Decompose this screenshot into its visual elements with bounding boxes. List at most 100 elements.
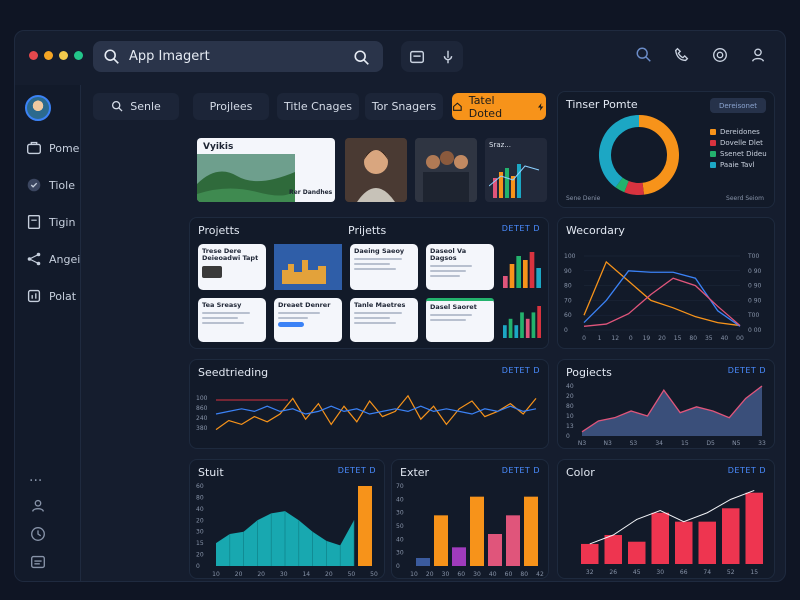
bar [523, 260, 528, 288]
donut-panel: Tinser Pomte Dereisonet Dereidones Dovel… [557, 91, 775, 208]
portrait-card[interactable] [345, 138, 407, 202]
bar [524, 496, 538, 566]
settings-icon[interactable] [29, 553, 47, 571]
y-tick-label: 15 [196, 540, 204, 547]
bar [516, 256, 521, 288]
bar [508, 318, 513, 338]
bar [514, 325, 519, 338]
y-tick-label: 20 [566, 393, 574, 400]
x-tick-label: 45 [633, 569, 641, 576]
window-icon[interactable] [408, 48, 426, 66]
x-tick-label: 66 [680, 569, 688, 576]
bar [358, 486, 372, 566]
global-search[interactable]: App Imagert [93, 41, 383, 72]
y-tick-label: 10 [566, 413, 574, 420]
search-pill[interactable]: Senle [93, 93, 179, 120]
group-card[interactable] [415, 138, 477, 202]
x-tick-label: N3 [578, 440, 586, 446]
x-tick-label: 15 [674, 335, 682, 342]
avatar[interactable] [25, 95, 51, 121]
x-tick-label: 33 [758, 440, 766, 446]
bar [434, 515, 448, 566]
landscape-image [197, 154, 295, 202]
sidebar-item-0[interactable]: Pome [25, 139, 79, 157]
project-card[interactable]: Dreaet Denrer [274, 298, 342, 342]
y-tick-label: 40 [396, 536, 404, 543]
project-card[interactable]: Trese Dere Deieoadwi Tapt [198, 244, 266, 290]
x-tick-label: 34 [655, 440, 663, 446]
extra-dot[interactable] [74, 51, 83, 60]
x-tick-label: 60 [457, 571, 465, 578]
project-card[interactable]: Daseol Va Dagsos [426, 244, 494, 290]
donut-footnote-left: Sene Denie [566, 195, 601, 202]
x-tick-label: 20 [257, 571, 265, 578]
bar [722, 508, 740, 564]
castle-image [274, 244, 342, 290]
x-tick-label: 50 [370, 571, 378, 578]
sidebar-item-1[interactable]: Tiole [25, 176, 75, 194]
y-tick-label: 20 [196, 552, 204, 559]
bar [509, 264, 515, 288]
stuit-title: Stuit [198, 466, 224, 479]
mini-chart [489, 164, 540, 198]
zoom-dot[interactable] [59, 51, 68, 60]
briefcase-icon [25, 139, 43, 157]
user-icon[interactable] [749, 46, 767, 64]
mini-chart-card[interactable]: Sraz... [485, 138, 547, 202]
tab-projects[interactable]: Projlees [193, 93, 269, 120]
x-tick-label: S3 [630, 440, 638, 446]
microphone-icon[interactable] [439, 48, 457, 66]
x-tick-label: 35 [705, 335, 713, 342]
hero-sub: Rer Dandhes [289, 189, 333, 196]
sidebar-item-4[interactable]: Polat [25, 287, 76, 305]
x-tick-label: 10 [212, 571, 220, 578]
mini-bar-chart-2 [503, 306, 541, 338]
y-tick-label: 90 [564, 268, 572, 275]
chat-icon[interactable] [711, 46, 729, 64]
donut-legend: Dereidones Dovelle Dlet Ssenet Dideu Paa… [710, 128, 767, 172]
search-icon[interactable] [635, 46, 653, 64]
series-line [583, 270, 741, 327]
project-card[interactable] [274, 244, 342, 290]
top-icons [635, 46, 767, 64]
tab-stages[interactable]: Tor Snagers [365, 93, 443, 120]
x-tick-label: 20 [426, 571, 434, 578]
user-icon[interactable] [29, 497, 47, 515]
project-card[interactable]: Dasel Saoret [426, 298, 494, 342]
y-tick-label: 80 [566, 403, 574, 410]
minimize-dot[interactable] [44, 51, 53, 60]
project-card[interactable]: Tea Sreasy [198, 298, 266, 342]
action-button[interactable] [278, 322, 304, 327]
x-tick-label: 12 [611, 335, 619, 342]
sidebar-item-3[interactable]: Angei [25, 250, 80, 268]
search-value: App Imagert [129, 49, 210, 64]
x-tick-label: N5 [732, 440, 740, 446]
search-icon [103, 48, 121, 66]
x-tick-label: 26 [609, 569, 617, 576]
phone-icon[interactable] [673, 46, 691, 64]
project-card[interactable]: Tanle Maetres [350, 298, 418, 342]
color-title: Color [566, 466, 595, 479]
project-card[interactable]: Daeing Saeoy [350, 244, 418, 290]
bar [531, 312, 536, 338]
hero-card[interactable]: Vyikis Rer Dandhes [197, 138, 335, 202]
clock-icon[interactable] [29, 525, 47, 543]
tab-title-changes[interactable]: Title Cnages [277, 93, 359, 120]
sidebar-item-2[interactable]: Tigin [25, 213, 75, 231]
tab-total-doted[interactable]: Tatel Doted [452, 93, 546, 120]
x-tick-label: N3 [604, 440, 612, 446]
exter-chart: 70 40 30 50 40 30 0 10 20 30 60 30 40 60 80 42 [396, 483, 544, 578]
more-icon[interactable]: ··· [29, 473, 42, 489]
search-icon[interactable] [353, 49, 371, 67]
close-dot[interactable] [29, 51, 38, 60]
bar [698, 521, 716, 564]
projects-panel: Projetts Prijetts DETET D Trese Dere Dei… [189, 217, 549, 349]
x-tick-label: 30 [442, 571, 450, 578]
y-tick-label: 40 [396, 496, 404, 503]
x-tick-label: 20 [325, 571, 333, 578]
donut-button[interactable]: Dereisonet [710, 98, 766, 113]
x-tick-label: 80 [520, 571, 528, 578]
tab-label: Tor Snagers [371, 100, 437, 113]
bar [520, 312, 524, 338]
y-tick-label-right: 0 90 [748, 297, 762, 304]
